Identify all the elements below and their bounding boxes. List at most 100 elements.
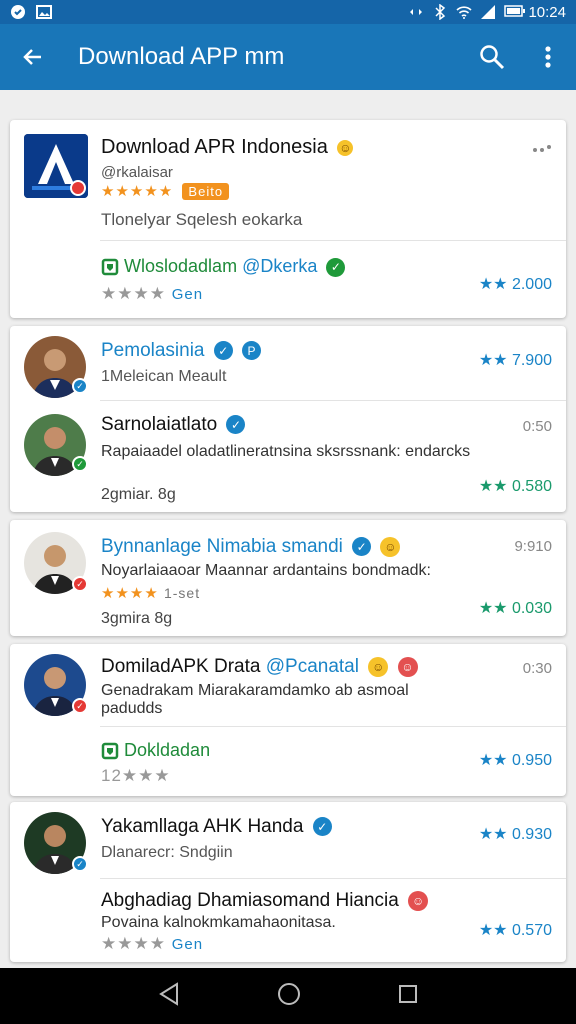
list-item-rating: 7.900 xyxy=(511,352,552,369)
emoji-icon: ☺ xyxy=(380,536,401,557)
page-title: Download APP mm xyxy=(78,43,285,70)
app-card[interactable]: ✓ Yakamllaga AHK Handa ✓ Dlanarecr: Sndg… xyxy=(10,802,566,962)
list-item-rating: 0.930 xyxy=(511,826,552,843)
search-icon xyxy=(480,45,505,70)
featured-tag: Beito xyxy=(182,183,230,200)
list-item-meta: 2gmiar. 8g xyxy=(101,486,176,503)
star-icon: ★★ xyxy=(478,276,508,293)
list-item-name: DomiladAPK Drata xyxy=(101,656,261,677)
list-item-rating: 0.030 xyxy=(511,600,552,617)
app-card[interactable]: ✓ Bynnanlage Nimabia smandi ✓ ☺ 9:910 No… xyxy=(10,520,566,636)
list-item-name: Pemolasinia xyxy=(101,340,205,361)
list-item-mention[interactable]: @Pcanatal xyxy=(266,656,359,677)
verified-icon: ✓ xyxy=(312,817,332,837)
content-area: Download APR Indonesia ☺ @rkalaisar ★★★★… xyxy=(0,90,576,968)
square-recents-icon xyxy=(398,984,417,1003)
verified-icon: ✓ xyxy=(352,537,372,557)
divider xyxy=(100,240,566,241)
featured-extra-note: Gen xyxy=(171,286,204,303)
wifi-icon xyxy=(456,4,473,20)
featured-extra-title: Wloslodadlam xyxy=(124,256,238,276)
list-item-time: 9:910 xyxy=(514,538,552,555)
app-card[interactable]: ✓ Pemolasinia ✓ P 1Meleican Meault ★★ 7.… xyxy=(10,326,566,512)
list-item-subtitle: Dokldadan xyxy=(124,740,211,760)
emoji-icon: ☺ xyxy=(337,139,354,156)
vibrate-icon xyxy=(408,4,424,20)
avatar-badge: ✓ xyxy=(72,378,88,394)
bluetooth-icon xyxy=(432,3,448,21)
triangle-back-icon xyxy=(159,981,179,1006)
featured-title: Download APR Indonesia xyxy=(101,136,328,158)
list-item-description: Povaina kalnokmkamahaonitasa. xyxy=(101,914,336,931)
list-item-name: Yakamllaga AHK Handa xyxy=(101,816,304,837)
featured-extra-stars: ★★★★ xyxy=(101,284,166,303)
list-item-time: 0:30 xyxy=(522,660,552,677)
avatar-badge: ✓ xyxy=(72,456,88,472)
star-icon: ★★ xyxy=(478,922,508,939)
app-store-icon xyxy=(101,259,119,276)
avatar-badge: ✓ xyxy=(72,856,88,872)
back-button[interactable] xyxy=(0,24,66,90)
list-item-stars-note: Gen xyxy=(171,936,204,953)
list-item-description: Genadrakam Miarakaramdamko ab asmoal pad… xyxy=(101,682,409,717)
featured-stars: ★★★★★ xyxy=(101,183,174,200)
image-icon xyxy=(36,4,52,20)
avatar-badge: ✓ xyxy=(72,576,88,592)
overflow-menu-button[interactable] xyxy=(520,24,576,90)
list-item-subtitle: Dlanarecr: Sndgiin xyxy=(101,844,233,861)
list-item-name: Sarnolaiatlato xyxy=(101,414,218,435)
verified-icon: ✓ xyxy=(213,341,233,361)
list-item-stars: ★★★★ xyxy=(101,934,166,953)
app-logo xyxy=(24,134,88,198)
more-options-icon[interactable] xyxy=(532,140,552,161)
featured-tagline: Tlonelyar Sqelesh eokarka xyxy=(101,210,303,229)
status-bar: 10:24 xyxy=(0,0,576,24)
nav-back-button[interactable] xyxy=(158,981,180,1011)
battery-icon xyxy=(504,4,526,20)
nav-home-button[interactable] xyxy=(277,982,301,1011)
list-item-stars-note: 1-set xyxy=(163,585,201,601)
list-item-rating-2: 0.570 xyxy=(511,922,552,939)
emoji-icon: ☺ xyxy=(368,656,389,677)
info-icon: P xyxy=(242,341,262,361)
system-nav-bar xyxy=(0,968,576,1024)
avatar-badge: ✓ xyxy=(72,698,88,714)
star-icon: ★★ xyxy=(478,352,508,369)
divider xyxy=(100,878,566,879)
search-button[interactable] xyxy=(464,24,520,90)
app-card[interactable]: ✓ DomiladAPK Drata @Pcanatal ☺ ☺ 0:30 Ge… xyxy=(10,644,566,796)
nav-recents-button[interactable] xyxy=(398,984,418,1009)
notification-icon xyxy=(10,4,26,20)
divider xyxy=(100,400,566,401)
status-time: 10:24 xyxy=(528,3,566,21)
arrow-left-icon xyxy=(23,49,41,65)
star-icon: ★★ xyxy=(478,752,508,769)
app-store-icon xyxy=(101,743,119,760)
list-item-rating: 0.580 xyxy=(511,478,552,495)
list-item-meta: 3gmira 8g xyxy=(101,610,173,627)
featured-extra-mention[interactable]: @Dkerka xyxy=(242,256,317,276)
list-item-stars: 12★★★ xyxy=(101,766,171,785)
list-item-stars: ★★★★ xyxy=(101,585,159,602)
list-item-time: 0:50 xyxy=(522,418,552,435)
list-item-rating: 0.950 xyxy=(511,752,552,769)
featured-developer: @rkalaisar xyxy=(101,164,173,181)
list-item-name: Bynnanlage Nimabia smandi xyxy=(101,536,343,557)
more-vert-icon xyxy=(545,46,551,68)
list-item-description: Rapaiaadel oladatlineratnsina sksrssnank… xyxy=(101,443,471,460)
featured-rating: 2.000 xyxy=(511,276,552,293)
featured-app-card[interactable]: Download APR Indonesia ☺ @rkalaisar ★★★★… xyxy=(10,120,566,318)
verified-icon: ✓ xyxy=(226,415,246,435)
emoji-icon: ☺ xyxy=(397,656,418,677)
list-item-subtitle: 1Meleican Meault xyxy=(101,368,227,385)
star-icon: ★★ xyxy=(478,600,508,617)
circle-home-icon xyxy=(277,982,300,1005)
list-item-subtitle-2: Abghadiag Dhamiasomand Hiancia xyxy=(101,890,399,911)
app-bar: Download APP mm xyxy=(0,24,576,90)
signal-icon xyxy=(480,4,496,20)
verified-icon: ✓ xyxy=(326,257,346,277)
star-icon: ★★ xyxy=(478,478,508,495)
emoji-icon: ☺ xyxy=(408,890,429,911)
list-item-description: Noyarlaiaaoar Maannar ardantains bondmad… xyxy=(101,562,431,579)
star-icon: ★★ xyxy=(478,826,508,843)
